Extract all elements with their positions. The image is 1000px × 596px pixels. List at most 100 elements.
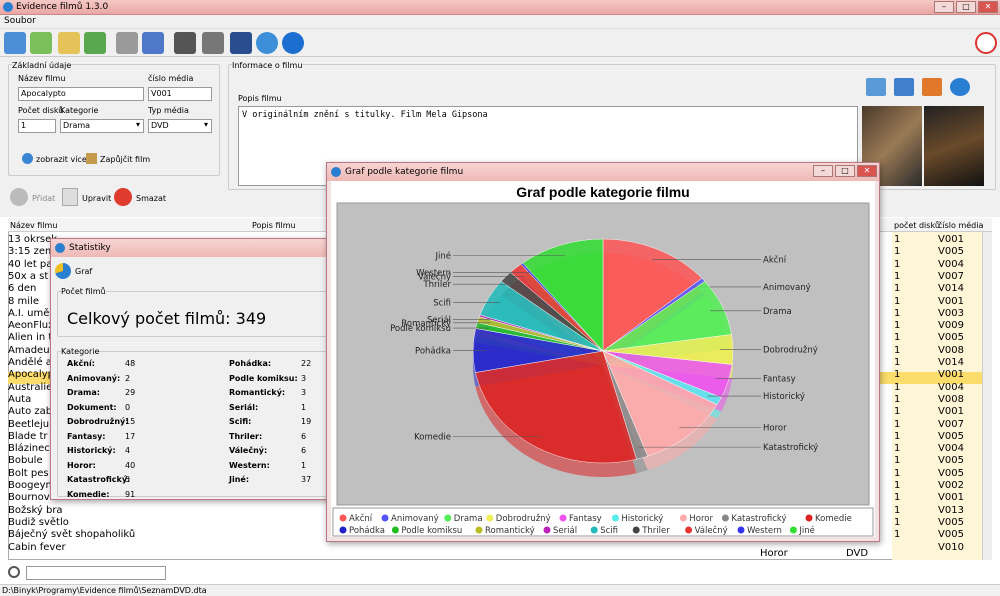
table-row-discs[interactable]: 1 <box>894 455 900 466</box>
table-row-discs[interactable]: 1 <box>894 406 900 417</box>
table-row-media[interactable]: V014 <box>938 283 964 294</box>
table-row-media[interactable]: V004 <box>938 382 964 393</box>
table-row-media[interactable]: V009 <box>938 320 964 331</box>
tools-icon[interactable] <box>922 78 942 96</box>
table-row-discs[interactable]: 1 <box>894 492 900 503</box>
borrow-icon[interactable] <box>86 153 97 164</box>
table-row-discs[interactable]: 1 <box>894 369 900 380</box>
table-row-discs[interactable]: 1 <box>894 234 900 245</box>
table-row-discs[interactable]: 1 <box>894 431 900 442</box>
col-media[interactable]: číslo média <box>938 221 983 230</box>
table-row-media[interactable]: V001 <box>938 234 964 245</box>
table-row-media[interactable]: V005 <box>938 455 964 466</box>
table-row-discs[interactable]: 1 <box>894 443 900 454</box>
media-type-select[interactable]: DVD <box>148 119 212 133</box>
table-row-media[interactable]: V001 <box>938 296 964 307</box>
minimize-button[interactable]: – <box>934 1 954 13</box>
table-row-media[interactable]: V001 <box>938 369 964 380</box>
table-row-media[interactable]: V008 <box>938 394 964 405</box>
col-name[interactable]: Název filmu <box>10 221 57 230</box>
menu-soubor[interactable]: Soubor <box>4 16 36 26</box>
table-row-discs[interactable]: 1 <box>894 382 900 393</box>
search-input[interactable] <box>26 566 166 580</box>
add-button[interactable]: Přidat <box>32 194 55 203</box>
info-icon[interactable] <box>282 32 304 54</box>
discs-field[interactable]: 1 <box>18 119 56 133</box>
table-row-name[interactable]: Báječný svět shopaholiků <box>8 529 248 541</box>
table-row-discs[interactable]: 1 <box>894 357 900 368</box>
graph-button[interactable]: Graf <box>75 267 92 276</box>
table-row-media[interactable]: V005 <box>938 332 964 343</box>
window-icon[interactable] <box>894 78 914 96</box>
clipboard-icon[interactable] <box>142 32 164 54</box>
category-select[interactable]: Drama <box>60 119 144 133</box>
edit-doc-icon[interactable] <box>62 188 78 206</box>
globe-icon[interactable] <box>950 78 970 96</box>
table-row-discs[interactable]: 1 <box>894 308 900 319</box>
table-row-discs[interactable]: 1 <box>894 480 900 491</box>
table-row-discs[interactable]: 1 <box>894 296 900 307</box>
table-row-discs[interactable]: 1 <box>894 529 900 540</box>
table-row-name[interactable]: Budiž světlo <box>8 517 248 529</box>
table-row-discs[interactable]: 1 <box>894 468 900 479</box>
table-row-media[interactable]: V002 <box>938 480 964 491</box>
graph-close-button[interactable]: ✕ <box>857 165 877 177</box>
graph-minimize-button[interactable]: – <box>813 165 833 177</box>
table-row-discs[interactable]: 1 <box>894 345 900 356</box>
table-row-media[interactable]: V013 <box>938 505 964 516</box>
borrow-link[interactable]: Zapůjčit film <box>100 155 150 164</box>
table-row-media[interactable]: V005 <box>938 529 964 540</box>
table-row-media[interactable]: V001 <box>938 406 964 417</box>
table-row-media[interactable]: V004 <box>938 443 964 454</box>
table-row-discs[interactable]: 1 <box>894 246 900 257</box>
table-row-discs[interactable]: 1 <box>894 419 900 430</box>
add-icon[interactable] <box>10 188 28 206</box>
table-row-discs[interactable]: 1 <box>894 517 900 528</box>
col-desc[interactable]: Popis filmu <box>252 221 296 230</box>
edit-icon[interactable] <box>58 32 80 54</box>
table-row-discs[interactable]: 1 <box>894 332 900 343</box>
table-row-media[interactable]: V001 <box>938 492 964 503</box>
maximize-button[interactable]: □ <box>956 1 976 13</box>
name-field[interactable]: Apocalypto <box>18 87 144 101</box>
table-row-discs[interactable]: 1 <box>894 259 900 270</box>
graph-icon[interactable] <box>55 263 71 279</box>
table-row-media[interactable]: V010 <box>938 542 964 553</box>
table-row-media[interactable]: V014 <box>938 357 964 368</box>
folder-icon[interactable] <box>866 78 886 96</box>
table-row-media[interactable]: V005 <box>938 431 964 442</box>
copy-icon[interactable] <box>116 32 138 54</box>
printer-icon[interactable] <box>202 32 224 54</box>
table-row-media[interactable]: V008 <box>938 345 964 356</box>
close-window-button[interactable]: ✕ <box>978 1 998 13</box>
graph-maximize-button[interactable]: □ <box>835 165 855 177</box>
media-no-field[interactable]: V001 <box>148 87 212 101</box>
table-row-media[interactable]: V005 <box>938 246 964 257</box>
table-row-media[interactable]: V007 <box>938 419 964 430</box>
stats-pie-icon[interactable] <box>256 32 278 54</box>
new-file-icon[interactable] <box>30 32 52 54</box>
table-row-discs[interactable]: 1 <box>894 505 900 516</box>
delete-button[interactable]: Smazat <box>136 194 166 203</box>
table-row-media[interactable]: V005 <box>938 468 964 479</box>
table-row-discs[interactable]: 1 <box>894 320 900 331</box>
open-folder-icon[interactable] <box>4 32 26 54</box>
delete-icon[interactable] <box>114 188 132 206</box>
power-icon[interactable] <box>975 32 997 54</box>
table-row-name[interactable]: Božský bra <box>8 505 248 517</box>
table-row-discs[interactable]: 1 <box>894 394 900 405</box>
table-row-discs[interactable]: 1 <box>894 271 900 282</box>
table-row-discs[interactable]: 1 <box>894 283 900 294</box>
col-discs[interactable]: počet disků <box>894 221 940 230</box>
book-icon[interactable] <box>230 32 252 54</box>
users-icon[interactable] <box>174 32 196 54</box>
table-row-name[interactable]: Cabin fever <box>8 542 248 554</box>
table-row-media[interactable]: V004 <box>938 259 964 270</box>
table-scrollbar[interactable] <box>982 232 992 560</box>
show-more-link[interactable]: zobrazit více <box>36 155 87 164</box>
edit-button[interactable]: Upravit <box>82 194 111 203</box>
refresh-icon[interactable] <box>84 32 106 54</box>
table-row-media[interactable]: V007 <box>938 271 964 282</box>
show-more-icon[interactable] <box>22 153 33 164</box>
table-row-media[interactable]: V003 <box>938 308 964 319</box>
